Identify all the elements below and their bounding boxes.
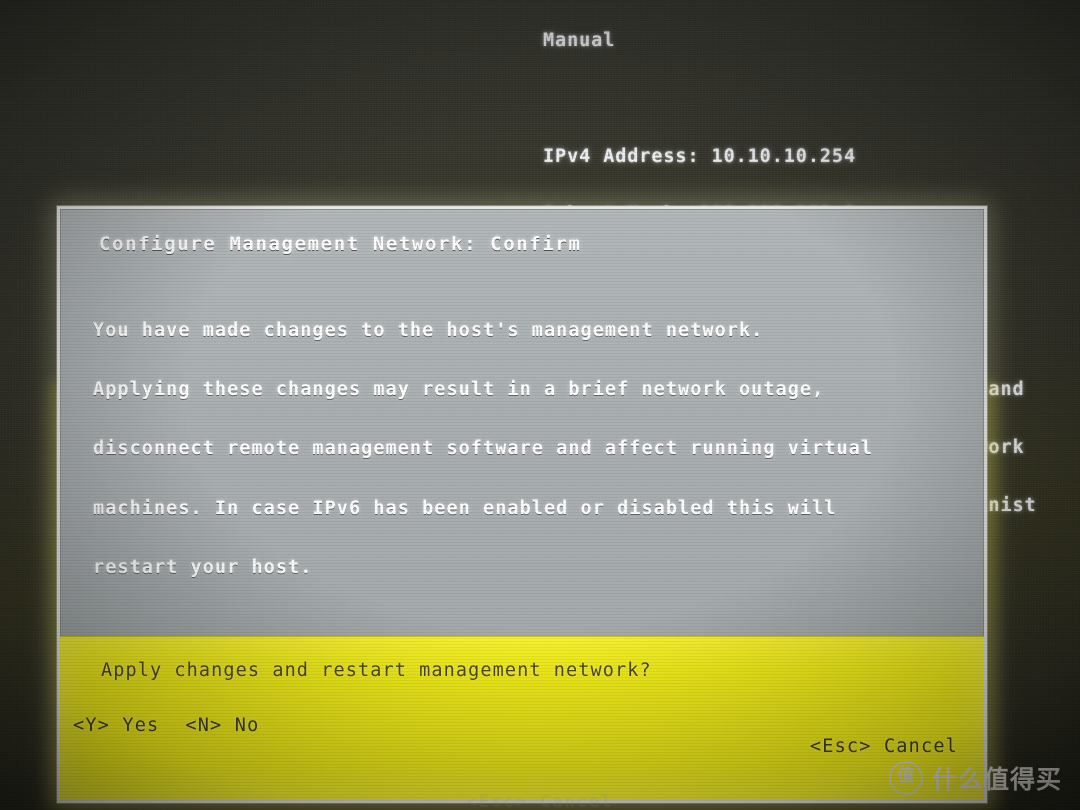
dialog-action-prompt: Apply changes and restart management net… (101, 659, 652, 681)
confirm-dialog[interactable]: Configure Management Network: Confirm Yo… (49, 206, 997, 810)
watermark: 值 什么值得买 (888, 760, 1062, 796)
screen-photo: Manual IPv4 Address: 10.10.10.254 Subnet… (0, 0, 1080, 810)
confirm-no-key: <N> (185, 714, 223, 736)
watermark-badge-icon: 值 (888, 761, 923, 795)
confirm-yes-key: <Y> (73, 714, 111, 736)
dialog-body-line-5: restart your host. (93, 557, 313, 579)
console-line-mode: Manual (543, 29, 616, 51)
dialog-gray-panel: Configure Management Network: Confirm Yo… (60, 209, 984, 636)
confirm-yes-label: Yes (122, 714, 160, 736)
confirm-no-label: No (234, 714, 260, 736)
dialog-body-line-3: disconnect remote management software an… (93, 438, 874, 460)
dialog-frame: Configure Management Network: Confirm Yo… (57, 206, 987, 803)
watermark-label: 什么值得买 (931, 765, 1062, 794)
confirm-cancel-key: <Esc> (809, 735, 872, 757)
confirm-no-option[interactable]: <N> No (185, 715, 259, 736)
console-line-ipv4-address: IPv4 Address: 10.10.10.254 (543, 146, 856, 168)
dialog-action-band: Apply changes and restart management net… (60, 635, 984, 800)
dialog-key-bar-left: <Y> Yes <N> No (73, 715, 259, 736)
dialog-key-bar: <Y> Yes <N> No <Esc> Cancel (60, 681, 984, 800)
confirm-cancel-option[interactable]: <Esc> Cancel (810, 736, 958, 757)
dialog-body-line-2: Applying these changes may result in a b… (93, 378, 825, 400)
confirm-yes-option[interactable]: <Y> Yes (73, 715, 159, 736)
dialog-body-line-1: You have made changes to the host's mana… (93, 319, 764, 341)
confirm-cancel-label: Cancel (883, 735, 958, 757)
dialog-title: Configure Management Network: Confirm (99, 233, 582, 255)
dialog-body-line-4: machines. In case IPv6 has been enabled … (93, 497, 837, 519)
console-line-blank-1 (543, 89, 1080, 108)
dialog-body: You have made changes to the host's mana… (61, 255, 983, 636)
